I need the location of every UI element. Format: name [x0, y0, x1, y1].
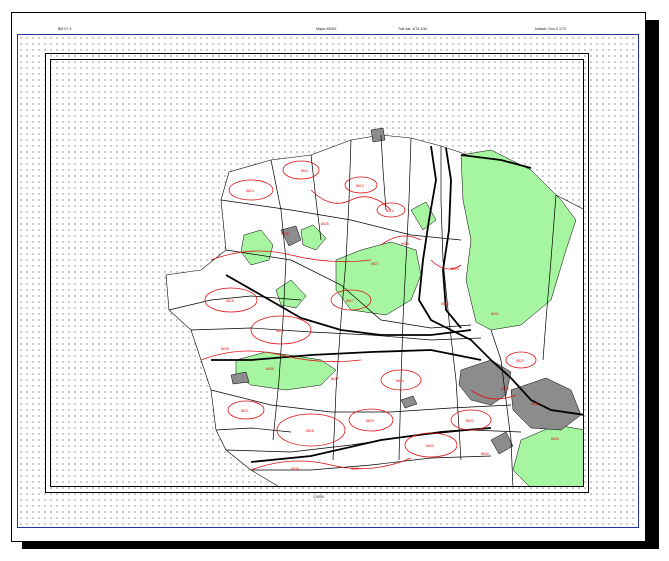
map-label: 8634 — [551, 437, 559, 441]
map-label: 8625 — [281, 232, 289, 236]
map-label: 8621 — [241, 409, 249, 413]
header-center-text: Mapa 4/EM3 — [316, 27, 337, 31]
map-canvas: 8611 8612 8613 8614 8615 8616 8617 8618 … — [165, 127, 583, 486]
map-label: 8636 — [266, 367, 274, 371]
map-label: 8620 — [426, 444, 434, 448]
map-label: 8624 — [396, 379, 404, 383]
map-label: 8638 — [291, 467, 299, 471]
map-label: 8615 — [226, 299, 234, 303]
map-label: 8616 — [276, 329, 284, 333]
map-label: 8617 — [346, 299, 354, 303]
map-label: 8639 — [351, 467, 359, 471]
map-label: 8640 — [481, 452, 489, 456]
map-label: 8622 — [466, 419, 474, 423]
map-label: 8633 — [531, 402, 539, 406]
map-label: 8635 — [221, 347, 229, 351]
map-label: 8614 — [386, 209, 394, 213]
map-label: 8631 — [491, 312, 499, 316]
map-label: 8619 — [366, 419, 374, 423]
map-label: 8618 — [306, 429, 314, 433]
scale-label: 1:5000 — [313, 495, 324, 499]
map-label: 8629 — [451, 267, 459, 271]
map-label: 8623 — [516, 359, 524, 363]
map-frame: 8611 8612 8613 8614 8615 8616 8617 8618 … — [50, 59, 584, 487]
map-label: 8612 — [356, 184, 364, 188]
header-left-text: BM 07 9 — [58, 27, 72, 31]
map-label: 8626 — [321, 222, 329, 226]
map-label: 8628 — [401, 242, 409, 246]
map-label: 8630 — [441, 302, 449, 306]
header-mid-right-text: Trať kat. 4/78 3/40 — [398, 27, 428, 31]
map-label: 8632 — [501, 387, 509, 391]
map-label: 8613 — [246, 189, 254, 193]
map-label: 8611 — [301, 169, 309, 173]
map-label: 8627 — [371, 262, 379, 266]
header-right-text: Katastr: Nov-3 1/73 — [535, 27, 566, 31]
map-label: 8637 — [331, 377, 339, 381]
